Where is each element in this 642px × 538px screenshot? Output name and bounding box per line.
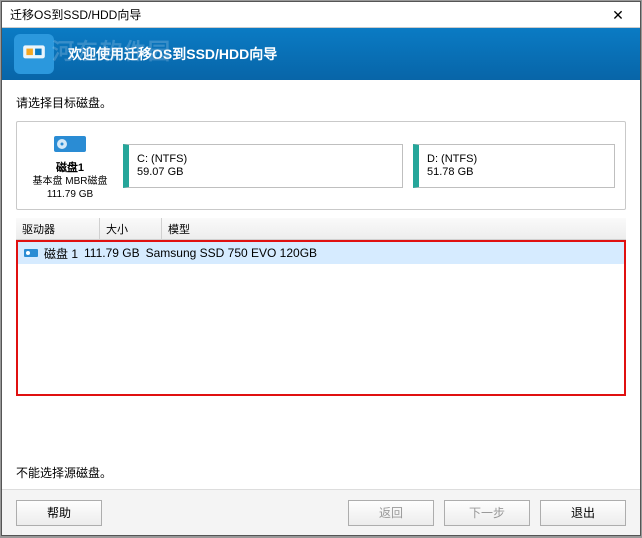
list-row-selected[interactable]: 磁盘 1 111.79 GB Samsung SSD 750 EVO 120GB [18, 242, 624, 264]
help-button[interactable]: 帮助 [16, 500, 102, 526]
note-text: 不能选择源磁盘。 [16, 464, 626, 481]
banner: 欢迎使用迁移OS到SSD/HDD向导 河东软件园 [2, 28, 640, 80]
next-button[interactable]: 下一步 [444, 500, 530, 526]
target-disk-list: 磁盘 1 111.79 GB Samsung SSD 750 EVO 120GB [16, 240, 626, 396]
disk-size: 111.79 GB [47, 188, 93, 201]
prompt-text: 请选择目标磁盘。 [16, 94, 626, 111]
header-size[interactable]: 大小 [100, 218, 162, 239]
app-logo-icon [14, 34, 54, 74]
row-model: Samsung SSD 750 EVO 120GB [146, 246, 317, 260]
partition-c: C: (NTFS) 59.07 GB [123, 144, 403, 188]
partition-d: D: (NTFS) 51.78 GB [413, 144, 615, 188]
source-disk-panel: 磁盘1 基本盘 MBR磁盘 111.79 GB C: (NTFS) 59.07 … [16, 121, 626, 210]
close-button[interactable]: ✕ [596, 2, 640, 28]
header-model[interactable]: 模型 [162, 218, 626, 239]
disk-icon [52, 130, 88, 156]
list-header: 驱动器 大小 模型 [16, 218, 626, 240]
row-size: 111.79 GB [84, 246, 140, 260]
watermark: 河东软件园 [52, 34, 172, 66]
disk-name: 磁盘1 [56, 159, 84, 175]
header-drive[interactable]: 驱动器 [16, 218, 100, 239]
partition-label: C: (NTFS) [137, 153, 394, 165]
exit-button[interactable]: 退出 [540, 500, 626, 526]
wizard-window: 迁移OS到SSD/HDD向导 ✕ 欢迎使用迁移OS到SSD/HDD向导 河东软件… [1, 1, 641, 536]
disk-info: 磁盘1 基本盘 MBR磁盘 111.79 GB [27, 130, 113, 201]
partition-label: D: (NTFS) [427, 153, 606, 165]
back-button[interactable]: 返回 [348, 500, 434, 526]
list-empty-area [18, 264, 624, 394]
row-drive: 磁盘 1 [44, 245, 78, 262]
spacer [16, 402, 626, 456]
partition-size: 51.78 GB [427, 166, 606, 178]
content-area: 请选择目标磁盘。 磁盘1 基本盘 MBR磁盘 111.79 GB C: (NTF… [2, 80, 640, 489]
window-title: 迁移OS到SSD/HDD向导 [10, 6, 596, 23]
disk-row-icon [24, 247, 38, 259]
partition-size: 59.07 GB [137, 166, 394, 178]
button-bar: 帮助 返回 下一步 退出 [2, 489, 640, 535]
titlebar: 迁移OS到SSD/HDD向导 ✕ [2, 2, 640, 28]
disk-type: 基本盘 MBR磁盘 [33, 175, 108, 188]
